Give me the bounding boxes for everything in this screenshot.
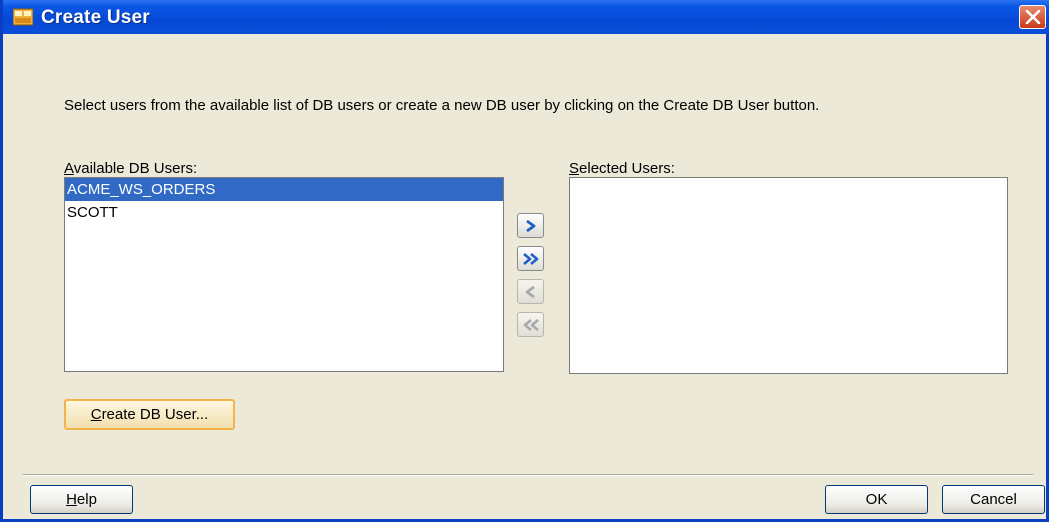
title-bar[interactable]: Create User bbox=[3, 0, 1049, 34]
close-icon bbox=[1025, 10, 1041, 24]
selected-users-label: Selected Users: bbox=[569, 160, 675, 177]
chevron-right-icon bbox=[526, 219, 536, 233]
dialog-title: Create User bbox=[41, 7, 150, 28]
create-db-user-button[interactable]: Create DB User... bbox=[64, 399, 235, 430]
create-user-dialog: Create User Select users from the availa… bbox=[0, 0, 1049, 522]
list-item[interactable]: SCOTT bbox=[65, 201, 503, 224]
available-users-list[interactable]: ACME_WS_ORDERS SCOTT bbox=[64, 177, 504, 372]
selected-users-list[interactable] bbox=[569, 177, 1008, 374]
instructions-text: Select users from the available list of … bbox=[64, 97, 820, 114]
move-all-left-button[interactable] bbox=[517, 312, 544, 337]
move-right-button[interactable] bbox=[517, 213, 544, 238]
close-button[interactable] bbox=[1019, 5, 1046, 29]
chevron-left-icon bbox=[525, 285, 535, 299]
double-chevron-left-icon bbox=[523, 319, 539, 331]
app-icon bbox=[13, 8, 33, 26]
cancel-button[interactable]: Cancel bbox=[942, 485, 1045, 514]
help-button[interactable]: Help bbox=[30, 485, 133, 514]
footer-separator bbox=[23, 474, 1033, 476]
move-all-right-button[interactable] bbox=[517, 246, 544, 271]
list-item[interactable]: ACME_WS_ORDERS bbox=[65, 178, 503, 201]
ok-button[interactable]: OK bbox=[825, 485, 928, 514]
move-left-button[interactable] bbox=[517, 279, 544, 304]
double-chevron-right-icon bbox=[523, 253, 539, 265]
available-users-label: Available DB Users: bbox=[64, 160, 198, 177]
